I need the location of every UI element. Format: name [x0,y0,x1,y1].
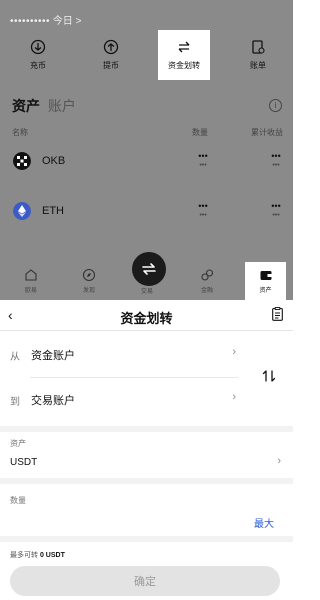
confirm-button[interactable]: 确定 [10,566,280,596]
transfer-button[interactable]: 资金划转 [158,30,210,80]
withdraw-button[interactable]: 提币 [81,30,141,78]
available-amount: 最多可转 0 USDT [10,550,65,560]
withdraw-icon [103,39,119,55]
column-header-quantity: 数量 [192,128,208,137]
chevron-right-icon: > [75,16,82,27]
chevron-right-icon: › [232,346,236,358]
transfer-sheet: ‹ 资金划转 从 资金账户 › 到 交易账户 › 资产 USDT › 数量 最大… [0,300,293,600]
coin-name: OKB [42,155,66,167]
to-prefix: 到 [10,397,20,408]
available-value: 0 USDT [39,552,65,559]
masked-pnl: ••• ••• [271,151,281,170]
nav-label: 欧易 [24,288,37,294]
trade-fab[interactable] [130,250,168,288]
divider [30,377,238,378]
bill-label: 账单 [250,61,266,70]
section-divider [0,478,293,484]
to-account-selector[interactable]: 到 交易账户 › [10,385,240,415]
records-icon[interactable] [272,307,283,321]
bill-button[interactable]: 账单 [228,30,288,78]
okb-coin-icon [13,152,31,170]
available-prefix: 最多可转 [10,552,38,559]
amount-input[interactable] [10,512,244,532]
nav-label: 交易 [140,289,153,295]
nav-item-home[interactable]: 欧易 [11,266,51,294]
quick-actions: 充币 提币 资金划转 账单 [0,30,293,80]
from-account-selector[interactable]: 从 资金账户 › [10,340,240,370]
finance-icon [201,269,214,281]
deposit-button[interactable]: 充币 [8,30,68,78]
masked-account-id: •••••••••• [10,16,51,27]
masked-quantity: ••• ••• [198,151,208,170]
tab-assets[interactable]: 资产 [12,98,40,114]
tab-accounts[interactable]: 账户 [48,98,76,114]
from-prefix: 从 [10,352,20,363]
masked-pnl: ••• ••• [271,201,281,220]
deposit-icon [30,39,46,55]
swap-arrows-icon [142,263,156,275]
chevron-right-icon: › [277,455,281,467]
nav-label: 资产 [259,288,272,294]
home-icon [25,269,37,281]
asset-row[interactable]: ETH ••• ••• ••• ••• [0,196,293,226]
sheet-header: ‹ 资金划转 [0,300,293,331]
nav-item-discover[interactable]: 发现 [69,266,109,294]
transfer-icon [178,41,190,53]
withdraw-label: 提币 [103,61,119,70]
account-summary[interactable]: •••••••••• 今日 > [10,12,81,27]
page-title: 资金划转 [120,311,173,326]
section-divider [0,536,293,542]
masked-quantity: ••• ••• [198,201,208,220]
asset-row[interactable]: OKB ••• ••• ••• ••• [0,146,293,176]
eth-coin-icon [13,202,31,220]
nav-item-assets[interactable]: 资产 [245,262,286,300]
coin-name: ETH [42,205,64,217]
period-label: 今日 [52,16,73,27]
from-account-value: 资金账户 [31,350,75,362]
max-button[interactable]: 最大 [254,515,274,530]
to-account-value: 交易账户 [31,395,75,407]
nav-label: 金融 [200,288,213,294]
bill-icon [252,40,265,54]
wallet-icon [260,271,271,280]
info-icon[interactable]: i [269,99,282,112]
asset-value: USDT [10,457,38,468]
column-header-pnl: 累计收益 [251,128,283,137]
asset-tabs: 资产 账户 [12,96,76,116]
deposit-label: 充币 [30,61,46,70]
nav-label: 发现 [82,288,95,294]
nav-item-finance[interactable]: 金融 [187,266,227,294]
discover-icon [82,268,96,282]
asset-page-overlay: •••••••••• 今日 > 充币 提币 资金划转 账单 资产 账户 i 名称… [0,0,293,300]
amount-label: 数量 [10,496,26,505]
transfer-label: 资金划转 [168,61,200,70]
asset-selector[interactable]: USDT › [0,450,293,474]
swap-direction-icon[interactable] [261,368,277,384]
asset-label: 资产 [10,439,26,448]
column-header-name: 名称 [12,128,28,137]
chevron-right-icon: › [232,391,236,403]
section-divider [0,426,293,432]
